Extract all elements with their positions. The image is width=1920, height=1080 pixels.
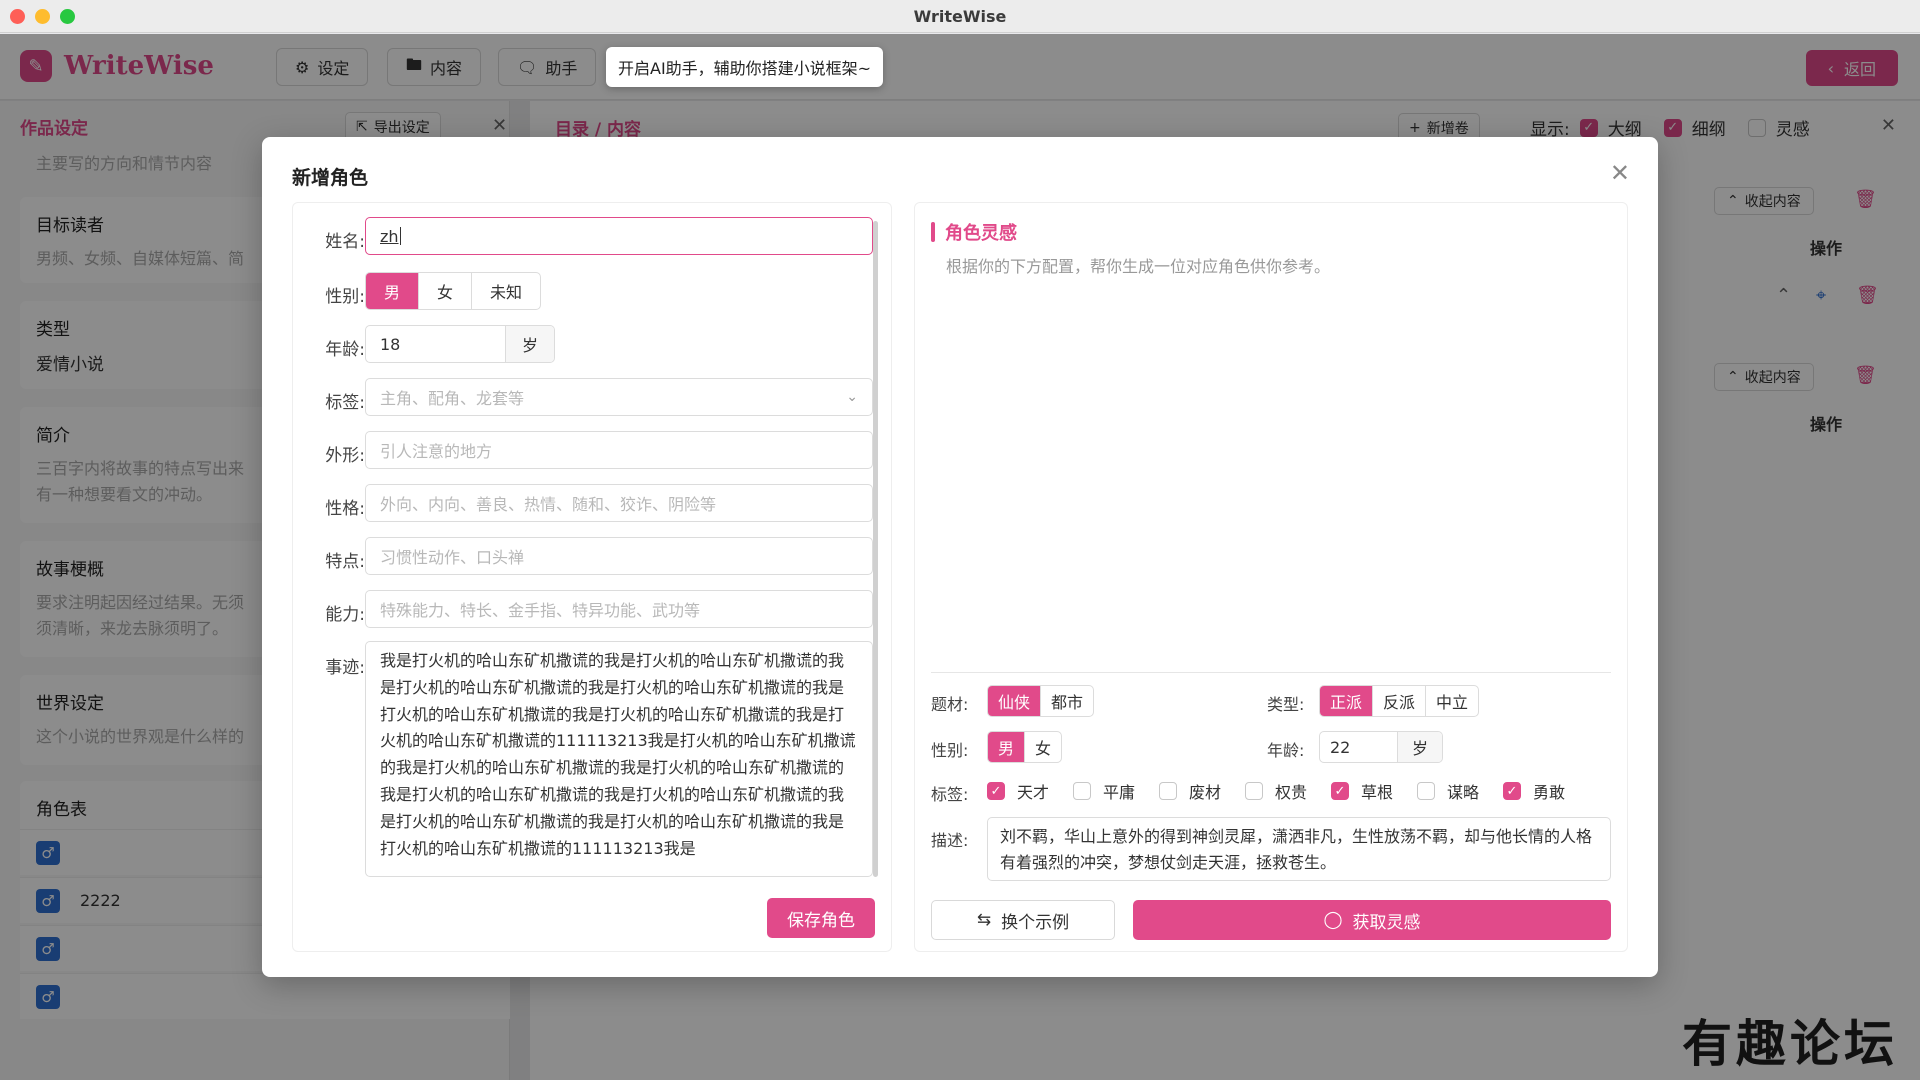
appearance-input[interactable]: 引人注意的地方 <box>365 431 873 469</box>
save-character-button[interactable]: 保存角色 <box>767 898 875 938</box>
tags-select[interactable]: 主角、配角、龙套等 ⌄ <box>365 378 873 416</box>
gender-selector: 男 女 未知 <box>365 272 542 310</box>
age-unit: 岁 <box>506 326 554 362</box>
swap-example-button[interactable]: ⇆ 换个示例 <box>931 900 1115 940</box>
tag-label: 谋略 <box>1447 783 1480 802</box>
swap-icon: ⇆ <box>976 910 992 930</box>
watermark: 有趣论坛 <box>1682 1014 1898 1073</box>
insp-gender-option-male[interactable]: 男 <box>988 732 1026 762</box>
personality-input[interactable]: 外向、内向、善良、热情、随和、狡诈、阴险等 <box>365 484 873 522</box>
checkbox[interactable] <box>1245 782 1263 800</box>
theme-label: 题材: <box>931 695 969 714</box>
checkbox[interactable]: ✓ <box>1503 782 1521 800</box>
inspiration-description: 根据你的下方配置，帮你生成一位对应角色供你参考。 <box>946 257 1331 276</box>
name-label: 姓名: <box>325 232 365 252</box>
theme-option-xianxia[interactable]: 仙侠 <box>988 686 1042 716</box>
window-titlebar: WriteWise <box>0 0 1920 33</box>
tags-label: 标签: <box>325 393 365 413</box>
inspiration-title: 角色灵感 <box>931 219 1017 245</box>
checkbox[interactable] <box>1073 782 1091 800</box>
form-scrollbar[interactable] <box>873 221 878 877</box>
chevron-down-icon: ⌄ <box>846 389 858 405</box>
appearance-placeholder: 引人注意的地方 <box>380 442 493 461</box>
appearance-label: 外形: <box>325 446 365 466</box>
checkbox[interactable]: ✓ <box>1331 782 1349 800</box>
title-accent-bar <box>931 222 935 242</box>
character-inspiration-panel: 角色灵感 根据你的下方配置，帮你生成一位对应角色供你参考。 题材: 仙侠 都市 … <box>914 202 1628 952</box>
age-input[interactable]: 18 <box>366 326 506 362</box>
insp-gender-label: 性别: <box>931 741 969 760</box>
tag-label: 草根 <box>1361 783 1394 802</box>
insp-tags-group: ✓ 天才 平庸 废材 权贵 ✓ 草根 谋略 ✓ 勇敢 <box>987 779 1589 803</box>
tags-placeholder: 主角、配角、龙套等 <box>380 389 525 408</box>
traits-placeholder: 习惯性动作、口头禅 <box>380 548 525 567</box>
inspiration-title-text: 角色灵感 <box>945 223 1017 244</box>
divider <box>931 672 1611 673</box>
insp-age-input-group: 22 岁 <box>1319 731 1443 763</box>
get-inspiration-button[interactable]: ◯ 获取灵感 <box>1133 900 1611 940</box>
personality-placeholder: 外向、内向、善良、热情、随和、狡诈、阴险等 <box>380 495 717 514</box>
lightbulb-icon: ◯ <box>1323 910 1343 930</box>
insp-age-label: 年龄: <box>1267 741 1305 760</box>
ability-placeholder: 特殊能力、特长、金手指、特异功能、武功等 <box>380 601 701 620</box>
tag-label: 废材 <box>1189 783 1222 802</box>
insp-age-unit: 岁 <box>1398 732 1442 762</box>
type-option-righteous[interactable]: 正派 <box>1320 686 1374 716</box>
ability-label: 能力: <box>325 605 365 625</box>
tag-label: 权贵 <box>1275 783 1308 802</box>
name-value: zh <box>380 226 399 246</box>
insp-tags-label: 标签: <box>931 785 969 804</box>
tag-label: 天才 <box>1017 783 1050 802</box>
tag-genius[interactable]: ✓ 天才 <box>987 779 1073 803</box>
insp-age-input[interactable]: 22 <box>1320 732 1398 762</box>
story-textarea[interactable]: 我是打火机的哈山东矿机撒谎的我是打火机的哈山东矿机撒谎的我是打火机的哈山东矿机撒… <box>365 641 873 877</box>
tag-label: 平庸 <box>1103 783 1136 802</box>
gender-option-male[interactable]: 男 <box>366 273 420 309</box>
type-selector: 正派 反派 中立 <box>1319 685 1480 717</box>
traits-input[interactable]: 习惯性动作、口头禅 <box>365 537 873 575</box>
age-label: 年龄: <box>325 340 365 360</box>
window-title: WriteWise <box>913 7 1007 26</box>
dialog-title: 新增角色 <box>292 167 369 189</box>
insp-desc-label: 描述: <box>931 831 969 850</box>
insp-description-textarea[interactable]: 刘不羁，华山上意外的得到神剑灵犀，潇洒非凡，生性放荡不羁，却与他长情的人格有着强… <box>987 817 1611 881</box>
name-input[interactable]: zh <box>365 217 873 255</box>
tag-mediocre[interactable]: 平庸 <box>1073 779 1159 803</box>
checkbox[interactable] <box>1159 782 1177 800</box>
type-option-neutral[interactable]: 中立 <box>1426 686 1478 716</box>
add-character-dialog: 新增角色 ✕ 姓名: zh 性别: 男 女 未知 年龄: 18 岁 标签: 主角… <box>262 137 1658 977</box>
checkbox[interactable] <box>1417 782 1435 800</box>
insp-gender-selector: 男 女 <box>987 731 1063 763</box>
type-label: 类型: <box>1267 695 1305 714</box>
tag-grassroots[interactable]: ✓ 草根 <box>1331 779 1417 803</box>
story-label: 事迹: <box>325 658 365 678</box>
get-inspiration-label: 获取灵感 <box>1352 912 1421 933</box>
text-cursor <box>399 227 401 245</box>
insp-gender-option-female[interactable]: 女 <box>1025 732 1061 762</box>
tag-noble[interactable]: 权贵 <box>1245 779 1331 803</box>
assistant-tooltip: 开启AI助手，辅助你搭建小说框架~ <box>606 47 884 87</box>
theme-selector: 仙侠 都市 <box>987 685 1095 717</box>
tag-strategy[interactable]: 谋略 <box>1417 779 1503 803</box>
personality-label: 性格: <box>325 499 365 519</box>
tag-brave[interactable]: ✓ 勇敢 <box>1503 779 1589 803</box>
swap-example-label: 换个示例 <box>1001 912 1070 933</box>
ability-input[interactable]: 特殊能力、特长、金手指、特异功能、武功等 <box>365 590 873 628</box>
close-icon[interactable]: ✕ <box>1610 159 1630 187</box>
gender-option-unknown[interactable]: 未知 <box>472 273 540 309</box>
character-form: 姓名: zh 性别: 男 女 未知 年龄: 18 岁 标签: 主角、配角、龙套等… <box>292 202 892 952</box>
gender-option-female[interactable]: 女 <box>419 273 473 309</box>
traits-label: 特点: <box>325 552 365 572</box>
type-option-villain[interactable]: 反派 <box>1373 686 1427 716</box>
tag-label: 勇敢 <box>1533 783 1566 802</box>
theme-option-urban[interactable]: 都市 <box>1041 686 1093 716</box>
gender-label: 性别: <box>325 287 365 307</box>
age-input-group: 18 岁 <box>365 325 555 363</box>
checkbox[interactable]: ✓ <box>987 782 1005 800</box>
tag-trash[interactable]: 废材 <box>1159 779 1245 803</box>
